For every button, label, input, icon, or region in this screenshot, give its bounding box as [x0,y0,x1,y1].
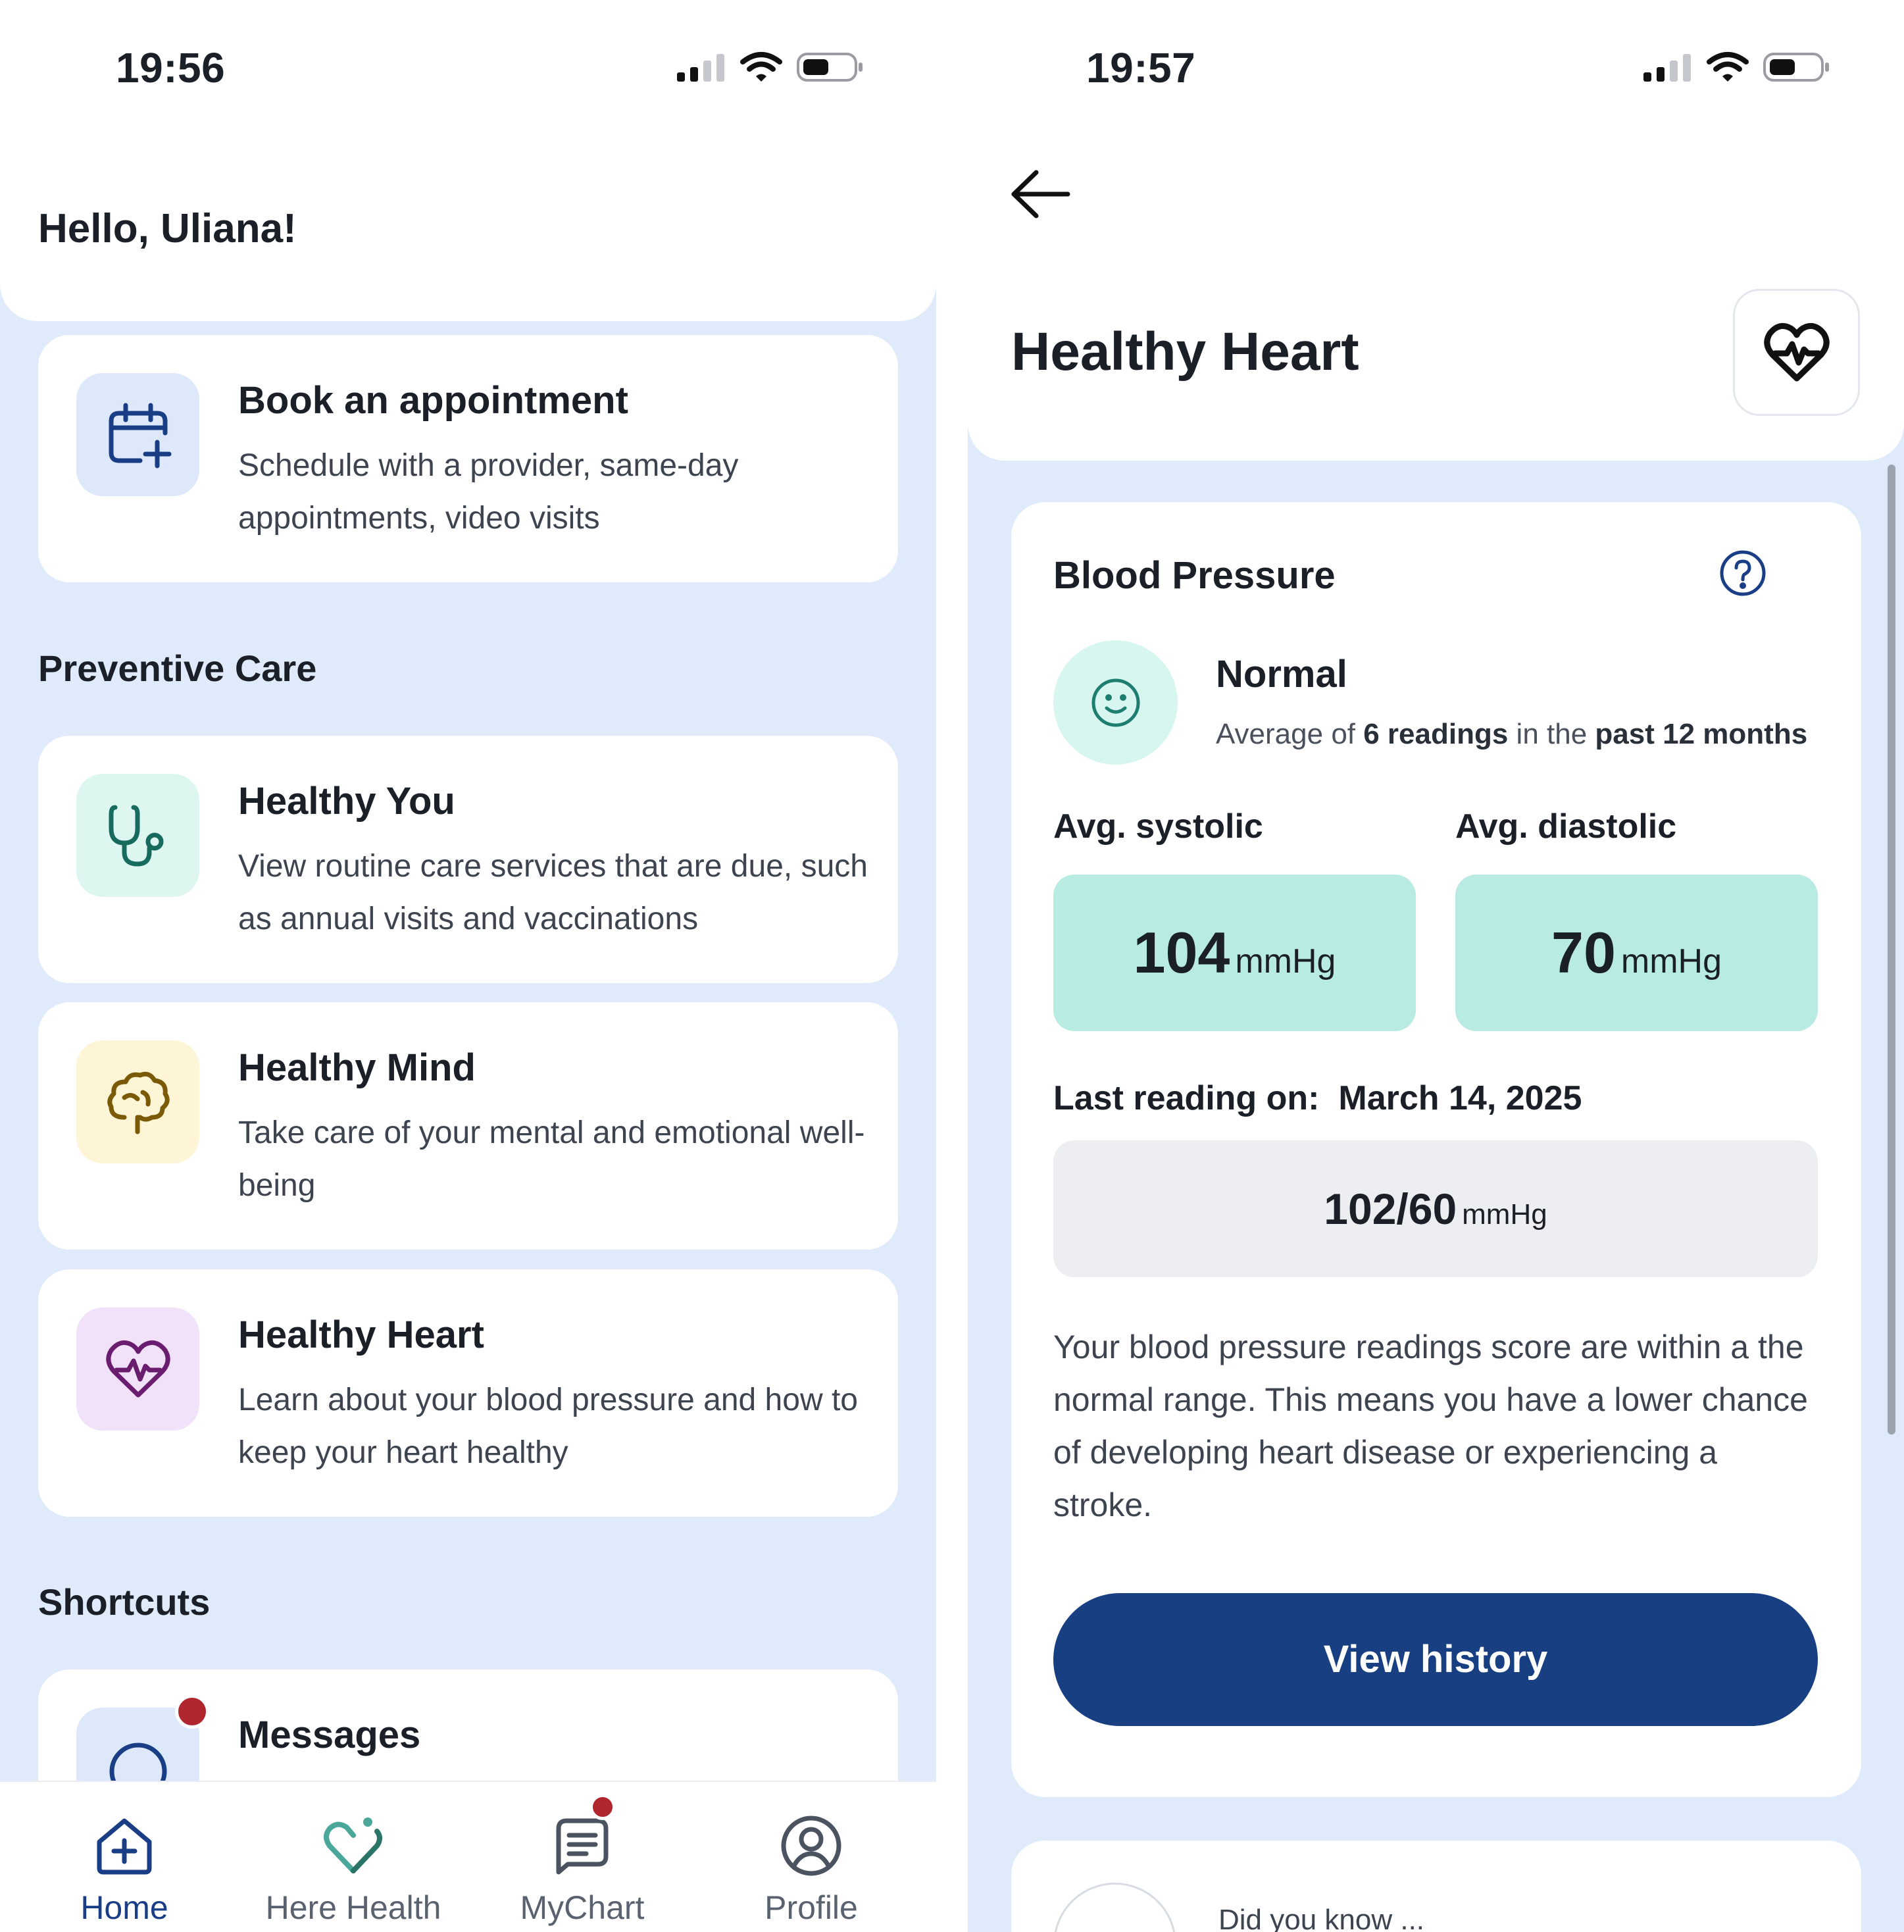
tab-bar: Home Here Health MyChart Profile [0,1781,936,1932]
heart-pulse-icon [1763,322,1830,381]
status-time: 19:57 [1086,44,1196,91]
tab-label: MyChart [520,1889,645,1926]
back-arrow-icon[interactable] [1007,165,1073,224]
bp-explanation: Your blood pressure readings score are w… [1053,1329,1808,1523]
status-bar: 19:56 [0,0,936,138]
heart-button[interactable] [1733,289,1860,416]
last-reading-date: March 14, 2025 [1338,1079,1582,1117]
view-history-button[interactable]: View history [1053,1593,1818,1726]
systolic-label: Avg. systolic [1053,807,1263,846]
stethoscope-icon [76,774,199,897]
heart-pulse-icon [76,1308,199,1431]
wifi-icon [1707,52,1749,82]
did-you-know-text: Did you know ... [1218,1904,1425,1932]
home-screen: 19:56 Hello, Uliana! Book an appointment… [0,0,936,1932]
bp-status: Normal [1216,653,1347,696]
section-heading-preventive: Preventive Care [38,648,317,689]
help-circle-icon[interactable] [1719,549,1766,597]
notification-dot [175,1694,209,1729]
cellular-signal-icon [1643,54,1691,82]
greeting: Hello, Uliana! [38,206,297,251]
card-title: Blood Pressure [1053,554,1336,597]
notification-dot [589,1794,616,1820]
section-heading-shortcuts: Shortcuts [38,1581,211,1623]
tab-label: Profile [764,1889,858,1926]
last-reading-value: 102/60 [1324,1184,1457,1233]
scrollbar[interactable] [1888,465,1895,1435]
tab-mychart[interactable]: MyChart [467,1782,697,1932]
card-description: View routine care services that are due,… [238,849,868,936]
tab-profile[interactable]: Profile [696,1782,926,1932]
healthy-heart-card[interactable]: Healthy Heart Learn about your blood pre… [38,1269,898,1517]
battery-icon [797,53,863,82]
healthy-heart-screen: 19:57 Healthy Heart Blood Pressure Norma… [968,0,1904,1932]
diastolic-value-box: 70 mmHg [1455,875,1818,1031]
did-you-know-card[interactable]: Did you know ... [1011,1841,1861,1932]
healthy-mind-card[interactable]: Healthy Mind Take care of your mental an… [38,1002,898,1250]
profile-icon [775,1810,847,1882]
card-description: Take care of your mental and emotional w… [238,1115,865,1203]
last-reading-label: Last reading on: March 14, 2025 [1053,1079,1582,1117]
home-icon [88,1810,161,1882]
card-title: Healthy Mind [238,1046,476,1089]
tab-label: Home [80,1889,168,1926]
blood-pressure-card: Blood Pressure Normal Average of 6 readi… [1011,502,1861,1797]
healthy-you-card[interactable]: Healthy You View routine care services t… [38,736,898,983]
card-description: Schedule with a provider, same-day appoi… [238,448,739,536]
brain-icon [76,1040,199,1163]
smile-icon [1053,640,1178,765]
unit: mmHg [1620,942,1722,980]
card-title: Healthy Heart [238,1313,484,1356]
status-icons [1643,51,1830,83]
wifi-icon [740,52,782,82]
tab-label: Here Health [265,1889,441,1926]
tab-home[interactable]: Home [9,1782,239,1932]
page-title: Healthy Heart [1011,322,1359,382]
last-reading-box: 102/60 mmHg [1053,1140,1818,1277]
systolic-value-box: 104 mmHg [1053,875,1416,1031]
status-bar: 19:57 [968,0,1904,138]
here-health-icon [317,1810,389,1882]
diastolic-value: 70 [1551,920,1616,985]
info-icon [1053,1883,1176,1932]
unit: mmHg [1462,1198,1547,1231]
book-appointment-card[interactable]: Book an appointment Schedule with a prov… [38,335,898,582]
card-title: Messages [238,1714,421,1756]
tab-here-health[interactable]: Here Health [238,1782,468,1932]
card-title: Book an appointment [238,379,628,422]
card-description: Learn about your blood pressure and how … [238,1383,858,1470]
status-time: 19:56 [116,44,226,91]
battery-icon [1763,53,1829,82]
cellular-signal-icon [677,54,724,82]
diastolic-label: Avg. diastolic [1455,807,1677,846]
status-icons [677,51,864,83]
average-note: Average of 6 readings in the past 12 mon… [1216,718,1808,750]
unit: mmHg [1235,942,1336,980]
calendar-plus-icon [76,373,199,496]
systolic-value: 104 [1133,920,1230,985]
mychart-icon [546,1810,618,1882]
card-title: Healthy You [238,780,455,823]
